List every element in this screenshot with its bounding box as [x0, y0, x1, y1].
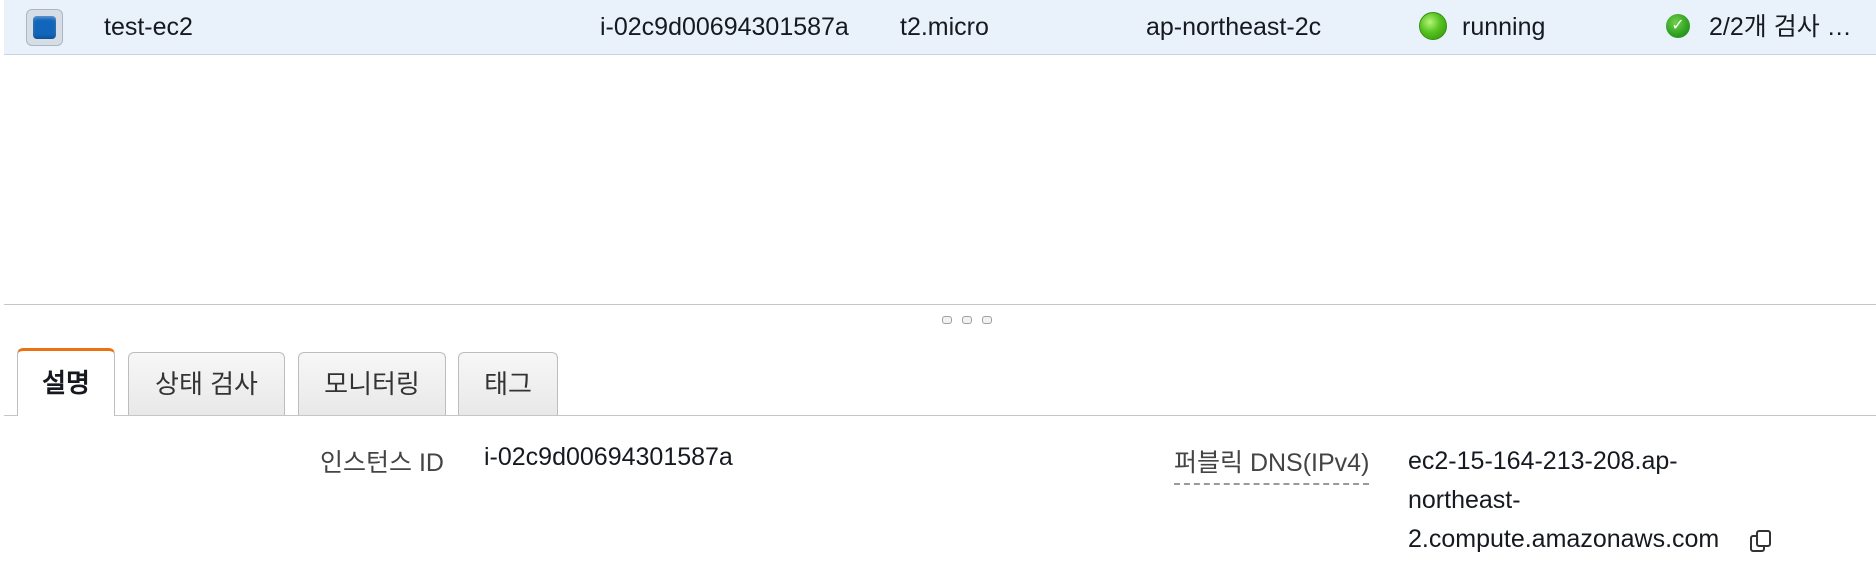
- tab-tags[interactable]: 태그: [458, 352, 558, 416]
- public-dns-line-3: 2.compute.amazonaws.com: [1408, 525, 1720, 553]
- tab-monitoring[interactable]: 모니터링: [298, 352, 446, 416]
- copy-icon[interactable]: [1748, 527, 1774, 553]
- public-dns-label[interactable]: 퍼블릭 DNS(IPv4): [1174, 443, 1370, 485]
- instance-row[interactable]: test-ec2 i-02c9d00694301587a t2.micro ap…: [4, 0, 1876, 55]
- instance-name: test-ec2: [104, 13, 193, 41]
- panel-splitter[interactable]: [4, 304, 1876, 305]
- check-circle-icon: ✓: [1666, 14, 1690, 38]
- availability-zone: ap-northeast-2c: [1146, 13, 1322, 41]
- instance-state: running: [1462, 13, 1546, 41]
- running-status-icon: [1419, 12, 1447, 40]
- tab-status-checks[interactable]: 상태 검사: [128, 352, 285, 416]
- tabs-divider: [4, 415, 1876, 416]
- public-dns-line-2: northeast-: [1408, 486, 1521, 514]
- instance-type: t2.micro: [900, 13, 989, 41]
- resize-grip-icon[interactable]: [942, 311, 1002, 324]
- instance-id-label: 인스턴스 ID: [320, 449, 444, 477]
- checkbox-selected-icon[interactable]: [26, 9, 63, 46]
- instance-id-value: i-02c9d00694301587a: [484, 443, 733, 471]
- public-dns-line-1: ec2-15-164-213-208.ap-: [1408, 447, 1678, 475]
- status-checks: 2/2개 검사 …: [1709, 13, 1852, 41]
- public-dns-value: ec2-15-164-213-208.ap- northeast- 2.comp…: [1408, 442, 1774, 559]
- tab-description[interactable]: 설명: [17, 348, 115, 416]
- instance-id: i-02c9d00694301587a: [600, 13, 849, 41]
